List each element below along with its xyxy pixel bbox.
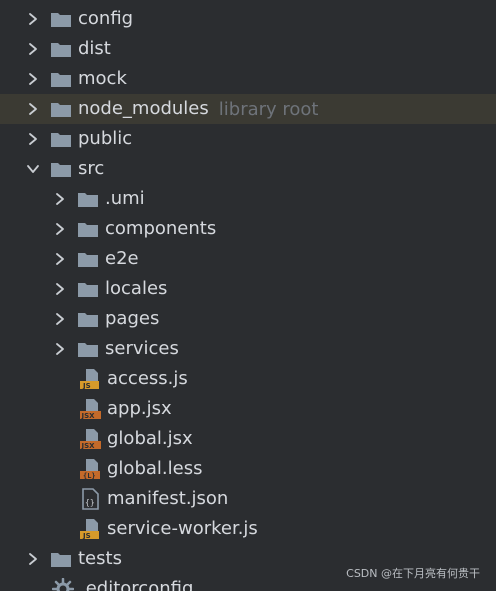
tree-item-dist[interactable]: dist [0,34,496,64]
folder-icon [77,188,99,210]
chevron-right-icon[interactable] [26,552,40,566]
tree-item-locales[interactable]: locales [0,274,496,304]
js-file-icon: JS [79,368,101,390]
tree-item-manifest-json[interactable]: {} manifest.json [0,484,496,514]
js-file-icon: JS [79,518,101,540]
chevron-right-icon[interactable] [53,192,67,206]
tree-item-src[interactable]: src [0,154,496,184]
jsx-file-icon: JSX [79,428,101,450]
tree-item-label: src [78,158,105,179]
svg-text:{L}: {L} [83,472,96,480]
svg-text:JS: JS [82,532,91,540]
tree-item-label: tests [78,548,122,569]
folder-icon [77,338,99,360]
folder-icon [77,218,99,240]
tree-item-service-worker-js[interactable]: JS service-worker.js [0,514,496,544]
svg-text:JS: JS [82,382,91,390]
chevron-right-icon[interactable] [53,282,67,296]
folder-icon [50,68,72,90]
svg-text:{}: {} [85,498,95,507]
chevron-right-icon[interactable] [53,312,67,326]
tree-item-public[interactable]: public [0,124,496,154]
tree-item-mock[interactable]: mock [0,64,496,94]
less-file-icon: {L} [79,458,101,480]
tree-item-label: dist [78,38,111,59]
tree-item-label: config [78,8,134,29]
folder-icon [77,248,99,270]
chevron-right-icon[interactable] [26,72,40,86]
folder-icon [50,128,72,150]
tree-item-label: service-worker.js [107,518,258,539]
tree-item-label: global.less [107,458,203,479]
tree-item-label: pages [105,308,160,329]
folder-icon [50,8,72,30]
folder-icon [77,278,99,300]
chevron-right-icon[interactable] [53,252,67,266]
chevron-right-icon[interactable] [26,12,40,26]
library-root-hint: library root [218,98,319,120]
tree-item-label: access.js [107,368,188,389]
tree-item-pages[interactable]: pages [0,304,496,334]
chevron-down-icon[interactable] [26,162,40,176]
tree-item-node-modules[interactable]: node_modules library root [0,94,496,124]
tree-item-label: locales [105,278,168,299]
chevron-right-icon[interactable] [26,132,40,146]
tree-item-label: global.jsx [107,428,193,449]
folder-icon [50,38,72,60]
tree-item-label: .editorconfig [80,578,194,591]
tree-item-global-less[interactable]: {L} global.less [0,454,496,484]
folder-icon [50,98,72,120]
svg-text:JSX: JSX [81,442,96,450]
chevron-right-icon[interactable] [26,102,40,116]
tree-item-components[interactable]: components [0,214,496,244]
tree-item-access-js[interactable]: JS access.js [0,364,496,394]
tree-item-global-jsx[interactable]: JSX global.jsx [0,424,496,454]
tree-item-config[interactable]: config [0,4,496,34]
gear-icon [52,578,74,591]
tree-item-label: manifest.json [107,488,229,509]
tree-item-label: .umi [105,188,145,209]
chevron-right-icon[interactable] [53,222,67,236]
project-tree: config dist mock node_modules library ro… [0,0,496,591]
tree-item-label: components [105,218,217,239]
tree-item-umi[interactable]: .umi [0,184,496,214]
tree-item-label: services [105,338,179,359]
tree-item-label: mock [78,68,127,89]
tree-item-label: e2e [105,248,139,269]
clipped-top-item [86,0,126,2]
tree-item-label: node_modules [78,98,209,119]
folder-icon [50,158,72,180]
json-file-icon: {} [79,488,101,510]
chevron-right-icon[interactable] [26,42,40,56]
tree-item-label: app.jsx [107,398,172,419]
folder-icon [50,548,72,570]
folder-icon [77,308,99,330]
svg-text:JSX: JSX [81,412,96,420]
jsx-file-icon: JSX [79,398,101,420]
tree-item-app-jsx[interactable]: JSX app.jsx [0,394,496,424]
watermark: CSDN @在下月亮有何贵干 [346,567,480,580]
tree-item-e2e[interactable]: e2e [0,244,496,274]
tree-item-services[interactable]: services [0,334,496,364]
tree-item-label: public [78,128,133,149]
chevron-right-icon[interactable] [53,342,67,356]
